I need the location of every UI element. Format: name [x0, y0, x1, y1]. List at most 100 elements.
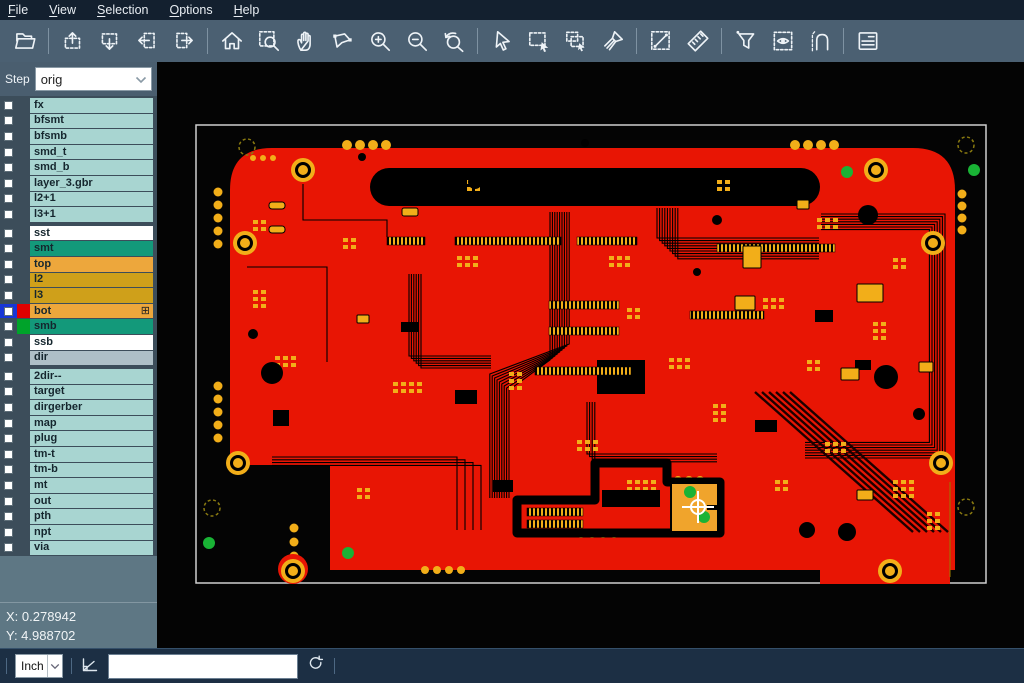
snap-arc-icon [807, 28, 833, 54]
menu-selection[interactable]: Selection [97, 3, 148, 17]
layer-row-l3[interactable]: l3 [0, 288, 153, 303]
tool-zoom-polygon[interactable] [324, 24, 361, 58]
layer-color-swatch [17, 288, 30, 303]
layer-visibility-checkbox[interactable] [0, 478, 17, 493]
layer-row-mt[interactable]: mt [0, 478, 153, 493]
layer-visibility-checkbox[interactable] [0, 525, 17, 540]
layer-row-ssb[interactable]: ssb [0, 335, 153, 350]
layer-label: smd_t [30, 145, 153, 160]
tool-shift-up[interactable] [54, 24, 91, 58]
layer-row-fx[interactable]: fx [0, 98, 153, 113]
tool-measure-distance[interactable] [642, 24, 679, 58]
layer-row-l2[interactable]: l2 [0, 273, 153, 288]
layer-visibility-checkbox[interactable] [0, 369, 17, 384]
statusbar-separator [334, 658, 335, 674]
layer-row-out[interactable]: out [0, 494, 153, 509]
tool-ruler[interactable] [679, 24, 716, 58]
menu-view[interactable]: View [49, 3, 76, 17]
layer-visibility-checkbox[interactable] [0, 400, 17, 415]
layer-row-smt[interactable]: smt [0, 241, 153, 256]
tool-filter[interactable] [727, 24, 764, 58]
layer-visibility-checkbox[interactable] [0, 226, 17, 241]
layer-visibility-checkbox[interactable] [0, 145, 17, 160]
layer-row-map[interactable]: map [0, 416, 153, 431]
tool-shift-left[interactable] [128, 24, 165, 58]
tool-pan[interactable] [287, 24, 324, 58]
layer-visibility-checkbox[interactable] [0, 98, 17, 113]
menu-options[interactable]: Options [169, 3, 212, 17]
layer-label: map [30, 416, 153, 431]
tool-shift-right[interactable] [165, 24, 202, 58]
layer-visibility-checkbox[interactable] [0, 304, 17, 319]
units-select[interactable]: Inch [15, 654, 63, 678]
tool-home-view[interactable] [213, 24, 250, 58]
layer-visibility-checkbox[interactable] [0, 257, 17, 272]
layer-row-tm-b[interactable]: tm-b [0, 463, 153, 478]
layer-view-icon [770, 28, 796, 54]
tool-open-folder[interactable] [6, 24, 43, 58]
layer-row-npt[interactable]: npt [0, 525, 153, 540]
layer-row-dirgerber[interactable]: dirgerber [0, 400, 153, 415]
layer-row-tm-t[interactable]: tm-t [0, 447, 153, 462]
layer-visibility-checkbox[interactable] [0, 463, 17, 478]
command-input[interactable] [108, 654, 298, 679]
layer-row-bfsmt[interactable]: bfsmt [0, 114, 153, 129]
layer-row-l2+1[interactable]: l2+1 [0, 192, 153, 207]
layer-row-bfsmb[interactable]: bfsmb [0, 129, 153, 144]
layer-visibility-checkbox[interactable] [0, 207, 17, 222]
layer-visibility-checkbox[interactable] [0, 351, 17, 366]
layer-visibility-checkbox[interactable] [0, 160, 17, 175]
layer-row-via[interactable]: via [0, 541, 153, 556]
menu-file[interactable]: File [8, 3, 28, 17]
layer-visibility-checkbox[interactable] [0, 416, 17, 431]
layer-visibility-checkbox[interactable] [0, 241, 17, 256]
layer-visibility-checkbox[interactable] [0, 494, 17, 509]
step-select[interactable]: orig [35, 67, 152, 91]
layer-row-plug[interactable]: plug [0, 431, 153, 446]
tool-clean-brush[interactable] [594, 24, 631, 58]
layer-row-smd_t[interactable]: smd_t [0, 145, 153, 160]
tool-shift-down[interactable] [91, 24, 128, 58]
tool-report[interactable] [849, 24, 886, 58]
layer-visibility-checkbox[interactable] [0, 176, 17, 191]
layer-visibility-checkbox[interactable] [0, 541, 17, 556]
layer-visibility-checkbox[interactable] [0, 192, 17, 207]
layer-row-bot[interactable]: bot⊞ [0, 304, 153, 319]
tool-snap-arc[interactable] [801, 24, 838, 58]
layer-visibility-checkbox[interactable] [0, 335, 17, 350]
menu-help[interactable]: Help [234, 3, 260, 17]
layer-row-layer_3.gbr[interactable]: layer_3.gbr [0, 176, 153, 191]
layer-visibility-checkbox[interactable] [0, 431, 17, 446]
layer-visibility-checkbox[interactable] [0, 385, 17, 400]
layer-row-smd_b[interactable]: smd_b [0, 160, 153, 175]
tool-zoom-in[interactable] [361, 24, 398, 58]
layer-visibility-checkbox[interactable] [0, 509, 17, 524]
layer-row-smb[interactable]: smb [0, 319, 153, 334]
tool-zoom-window[interactable] [250, 24, 287, 58]
viewer-canvas[interactable] [157, 62, 1024, 648]
layer-visibility-checkbox[interactable] [0, 114, 17, 129]
layer-visibility-checkbox[interactable] [0, 129, 17, 144]
tool-select-cursor[interactable] [483, 24, 520, 58]
layer-row-pth[interactable]: pth [0, 509, 153, 524]
tool-select-group[interactable] [557, 24, 594, 58]
angle-measure-button[interactable] [80, 654, 100, 679]
layer-row-2dir--[interactable]: 2dir-- [0, 369, 153, 384]
tool-zoom-out[interactable] [398, 24, 435, 58]
layer-color-swatch [17, 494, 30, 509]
layer-color-swatch [17, 145, 30, 160]
layer-visibility-checkbox[interactable] [0, 288, 17, 303]
tool-layer-view[interactable] [764, 24, 801, 58]
layer-label: via [30, 541, 153, 556]
layer-visibility-checkbox[interactable] [0, 447, 17, 462]
tool-zoom-previous[interactable] [435, 24, 472, 58]
layer-row-sst[interactable]: sst [0, 226, 153, 241]
layer-visibility-checkbox[interactable] [0, 319, 17, 334]
layer-visibility-checkbox[interactable] [0, 273, 17, 288]
layer-row-top[interactable]: top [0, 257, 153, 272]
layer-row-l3+1[interactable]: l3+1 [0, 207, 153, 222]
tool-select-window[interactable] [520, 24, 557, 58]
refresh-button[interactable] [306, 654, 326, 679]
layer-row-target[interactable]: target [0, 385, 153, 400]
layer-row-dir[interactable]: dir [0, 351, 153, 366]
